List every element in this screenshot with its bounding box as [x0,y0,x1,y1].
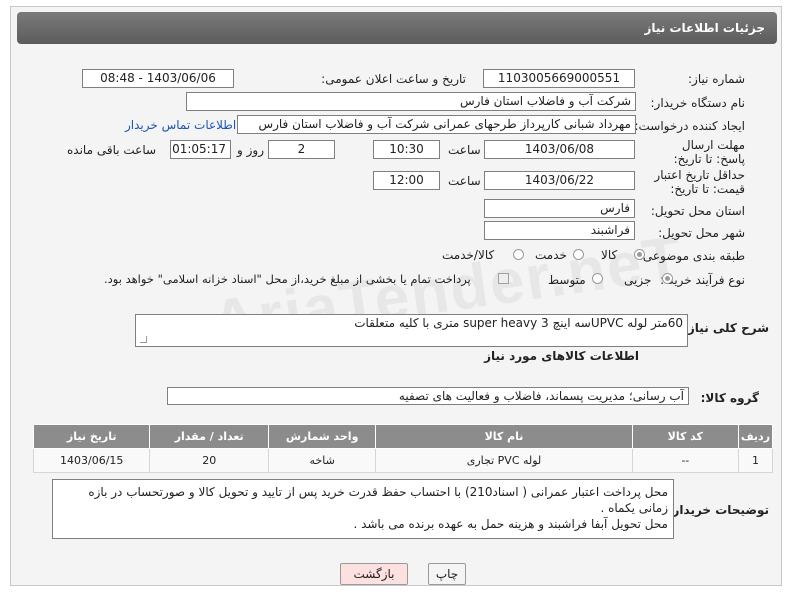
process-radio-medium[interactable] [592,273,603,284]
col-row: ردیف [737,424,774,449]
buyer-org-field[interactable]: شرکت آب و فاضلاب استان فارس [186,92,636,111]
goods-group-label: گروه کالا: [700,391,759,405]
city-field[interactable]: فراشبند [484,221,635,240]
reply-deadline-label: مهلت ارسال پاسخ: تا تاریخ: [673,138,745,166]
cell-row: 1 [737,448,774,473]
buyer-contact-link[interactable]: اطلاعات تماس خریدار [125,118,236,132]
cell-qty: 20 [149,448,269,473]
reply-time-label: ساعت [448,143,481,157]
city-label: شهر محل تحویل: [658,226,745,240]
description-field[interactable]: 60متر لوله UPVCسه اینچ super heavy 3 متر… [135,314,688,347]
remaining-days[interactable]: 2 [268,140,335,159]
col-date: تاریخ نیاز [32,424,151,449]
buyer-notes-label: توضیحات خریدار: [667,503,769,517]
cell-name: لوله PVC تجاری [375,448,633,473]
table-header-row: ردیف کد کالا نام کالا واحد شمارش تعداد /… [32,424,774,449]
process-option-minor: جزیی [624,273,652,287]
remaining-time[interactable]: 01:05:17 [170,140,231,159]
process-type-label: نوع فرآیند خرید : [660,273,745,287]
col-qty: تعداد / مقدار [149,424,269,449]
description-label: شرح کلی نیاز: [683,321,769,335]
announce-datetime-label: تاریخ و ساعت اعلان عمومی: [321,72,466,86]
price-validity-label: حداقل تاریخ اعتبار قیمت: تا تاریخ: [654,168,745,196]
col-name: نام کالا [375,424,633,449]
category-radio-goods[interactable] [634,249,645,260]
reply-deadline-date[interactable]: 1403/06/08 [484,140,635,159]
goods-group-field[interactable]: آب رسانی؛ مدیریت پسماند، فاضلاب و فعالیت… [167,387,689,405]
reply-deadline-time[interactable]: 10:30 [373,140,440,159]
need-number-field[interactable]: 1103005669000551 [483,69,635,88]
col-code: کد کالا [631,424,739,449]
page-title: جزئیات اطلاعات نیاز [17,12,777,44]
back-button[interactable]: بازگشت [340,563,408,585]
resize-handle-icon[interactable] [140,336,147,343]
buyer-org-label: نام دستگاه خریدار: [650,96,746,110]
province-field[interactable]: فارس [484,199,635,218]
need-number-label: شماره نیاز: [688,72,745,86]
category-radio-service[interactable] [573,249,584,260]
announce-datetime-field[interactable]: 1403/06/06 - 08:48 [82,69,234,88]
requester-field[interactable]: مهرداد شبانی کارپرداز طرحهای عمرانی شرکت… [237,115,636,134]
category-option-goods: کالا [601,248,618,262]
price-validity-time[interactable]: 12:00 [373,171,440,190]
items-table: ردیف کد کالا نام کالا واحد شمارش تعداد /… [32,424,774,473]
process-option-medium: متوسط [548,273,586,287]
buyer-notes-line: محل پرداخت اعتبار عمرانی ( اسناد210) با … [88,485,668,515]
cell-unit: شاخه [267,448,377,473]
category-option-service: خدمت [535,248,567,262]
treasury-payment-checkbox[interactable] [498,273,509,284]
buyer-notes-line: محل تحویل آبفا فراشبند و هزینه حمل به عه… [353,517,668,531]
treasury-payment-note: پرداخت تمام یا بخشی از مبلغ خرید،از محل … [104,272,471,286]
price-validity-date[interactable]: 1403/06/22 [484,171,635,190]
goods-section-title: اطلاعات کالاهای مورد نیاز [484,349,639,363]
cell-date: 1403/06/15 [32,448,151,473]
days-label: روز و [237,143,264,157]
process-radio-minor[interactable] [662,273,673,284]
col-unit: واحد شمارش [267,424,377,449]
table-row[interactable]: 1 -- لوله PVC تجاری شاخه 20 1403/06/15 [32,448,774,473]
buyer-notes-field[interactable]: محل پرداخت اعتبار عمرانی ( اسناد210) با … [52,479,674,539]
province-label: استان محل تحویل: [650,204,745,218]
requester-label: ایجاد کننده درخواست: [634,119,745,133]
category-option-both: کالا/خدمت [442,248,495,262]
cell-code: -- [631,448,739,473]
price-validity-time-label: ساعت [448,174,481,188]
description-text: 60متر لوله UPVCسه اینچ super heavy 3 متر… [354,316,683,330]
category-label: طبقه بندی موضوعی: [638,249,745,263]
remaining-label: ساعت باقی مانده [67,143,157,157]
print-button[interactable]: چاپ [428,563,466,585]
category-radio-both[interactable] [513,249,524,260]
